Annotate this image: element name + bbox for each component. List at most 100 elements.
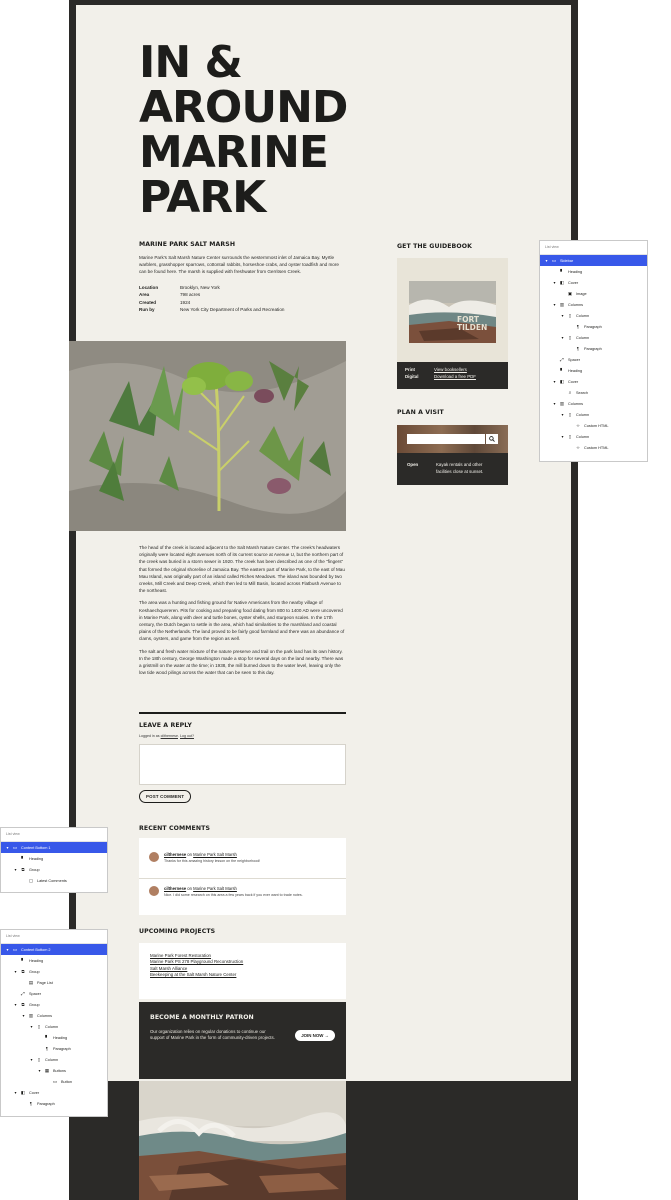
list-view-row-label: Page List bbox=[37, 980, 53, 985]
chevron-down-icon[interactable]: ▾ bbox=[13, 1002, 18, 1007]
list-view-row-label: Group bbox=[29, 867, 40, 872]
plants-photo bbox=[69, 341, 346, 531]
list-view-row[interactable]: ▾ ▯ Column bbox=[540, 409, 647, 420]
comment-post-link[interactable]: Marine Park Salt Marsh bbox=[193, 852, 237, 857]
list-view-row[interactable]: ▭ Button bbox=[1, 1076, 107, 1087]
list-view-row[interactable]: ▘ Heading bbox=[1, 1032, 107, 1043]
list-view-row[interactable]: ▢ Latest Comments bbox=[1, 875, 107, 886]
open-text: Kayak rentals and other facilities close… bbox=[436, 462, 484, 474]
list-view-row[interactable]: ▾ ▯ Column bbox=[540, 431, 647, 442]
list-view-row-label: Paragraph bbox=[53, 1046, 71, 1051]
comment-post-link[interactable]: Marine Park Salt Marsh bbox=[193, 886, 237, 891]
list-view-row[interactable]: ▘ Heading bbox=[540, 365, 647, 376]
list-view-row[interactable]: ⌕ Search bbox=[540, 387, 647, 398]
project-link[interactable]: Beekeeping at the Salt Marsh Nature Cent… bbox=[150, 972, 335, 978]
list-view-row[interactable]: ▘ Heading bbox=[1, 853, 107, 864]
logout-link[interactable]: Log out? bbox=[180, 734, 194, 738]
list-view-row[interactable]: ¶ Paragraph bbox=[1, 1043, 107, 1054]
seascape-painting bbox=[139, 1081, 346, 1200]
chevron-down-icon[interactable]: ▾ bbox=[29, 1057, 34, 1062]
list-view-row[interactable]: ▣ Image bbox=[540, 288, 647, 299]
list-view-row[interactable]: ▾ ▦ Buttons bbox=[1, 1065, 107, 1076]
article-paragraph: The area was a hunting and fishing groun… bbox=[139, 600, 345, 642]
comment-author-link[interactable]: cilthernese bbox=[164, 852, 186, 857]
list-view-row[interactable]: ▾ ◧ Cover bbox=[540, 376, 647, 387]
list-view-row[interactable]: ▾ ▭ Sidebar bbox=[540, 255, 647, 266]
list-view-row[interactable]: ¶ Paragraph bbox=[540, 343, 647, 354]
list-view-row-label: Heading bbox=[29, 856, 44, 861]
cover-icon: ◧ bbox=[559, 378, 565, 384]
post-comment-button[interactable]: POST COMMENT bbox=[139, 790, 192, 803]
list-view-row[interactable]: ▾ ▭ Content Bottom 2 bbox=[1, 944, 107, 955]
chevron-down-icon[interactable]: ▾ bbox=[552, 379, 557, 384]
chevron-down-icon[interactable]: ▾ bbox=[560, 335, 565, 340]
list-view-row-label: Paragraph bbox=[584, 324, 602, 329]
list-view-row[interactable]: ⤢ Spacer bbox=[540, 354, 647, 365]
list-view-title: List view bbox=[1, 930, 107, 944]
chevron-down-icon[interactable]: ▾ bbox=[552, 280, 557, 285]
chevron-down-icon[interactable]: ▾ bbox=[37, 1068, 42, 1073]
list-view-row[interactable]: ¶ Paragraph bbox=[540, 321, 647, 332]
chevron-down-icon[interactable]: ▾ bbox=[560, 412, 565, 417]
join-now-button[interactable]: JOIN NOW → bbox=[295, 1030, 335, 1041]
list-view-row-label: Search bbox=[576, 390, 589, 395]
list-view-row[interactable]: ▾ ⧉ Group bbox=[1, 864, 107, 875]
list-view-row[interactable]: ‹› Custom HTML bbox=[540, 442, 647, 453]
logged-in-user-link[interactable]: cilthernese bbox=[161, 734, 178, 738]
list-view-row[interactable]: ▾ ▥ Columns bbox=[540, 299, 647, 310]
list-view-row-label: Columns bbox=[568, 302, 583, 307]
list-view-row[interactable]: ▾ ▥ Columns bbox=[540, 398, 647, 409]
download-pdf-link[interactable]: Download a free PDF bbox=[434, 374, 476, 379]
fact-row: Area 798 acres bbox=[139, 291, 347, 299]
chevron-down-icon[interactable]: ▾ bbox=[29, 1024, 34, 1029]
heading-icon: ▘ bbox=[560, 367, 564, 373]
list-view-row[interactable]: ▘ Heading bbox=[540, 266, 647, 277]
search-button[interactable] bbox=[486, 434, 498, 444]
fact-value: New York City Department of Parks and Re… bbox=[180, 307, 285, 313]
list-view-row[interactable]: ▾ ◧ Cover bbox=[1, 1087, 107, 1098]
heading-icon: ▘ bbox=[560, 268, 564, 274]
list-view-title: List view bbox=[1, 828, 107, 842]
section-divider bbox=[139, 712, 346, 714]
column-icon: ▯ bbox=[568, 312, 572, 318]
chevron-down-icon[interactable]: ▾ bbox=[21, 1013, 26, 1018]
list-view-row[interactable]: ‹› Custom HTML bbox=[540, 420, 647, 431]
list-view-row-label: Column bbox=[576, 335, 590, 340]
chevron-down-icon[interactable]: ▾ bbox=[560, 434, 565, 439]
list-view-row[interactable]: ▾ ⧉ Group bbox=[1, 966, 107, 977]
intro-paragraph: Marine Park's Salt Marsh Nature Center s… bbox=[139, 255, 339, 275]
fact-key: Created bbox=[139, 299, 157, 305]
list-view-row[interactable]: ▾ ▭ Content Bottom 1 bbox=[1, 842, 107, 853]
list-view-row[interactable]: ▾ ▯ Column bbox=[540, 332, 647, 343]
comment-text: Nice. I did some research on this area a… bbox=[164, 893, 303, 897]
html-icon: ‹› bbox=[576, 423, 580, 428]
search-input[interactable] bbox=[407, 434, 485, 444]
chevron-down-icon[interactable]: ▾ bbox=[13, 969, 18, 974]
chevron-down-icon[interactable]: ▾ bbox=[5, 845, 10, 850]
image-icon: ▣ bbox=[567, 290, 573, 296]
chevron-down-icon[interactable]: ▾ bbox=[13, 1090, 18, 1095]
title-line: AROUND bbox=[139, 82, 348, 133]
chevron-down-icon[interactable]: ▾ bbox=[560, 313, 565, 318]
chevron-down-icon[interactable]: ▾ bbox=[544, 258, 549, 263]
chevron-down-icon[interactable]: ▾ bbox=[552, 302, 557, 307]
chevron-down-icon[interactable]: ▾ bbox=[5, 947, 10, 952]
list-view-row[interactable]: ▾ ▯ Column bbox=[540, 310, 647, 321]
list-view-row-label: Group bbox=[29, 969, 40, 974]
chevron-down-icon[interactable]: ▾ bbox=[552, 401, 557, 406]
list-view-row[interactable]: ⤢ Spacer bbox=[1, 988, 107, 999]
chevron-down-icon[interactable]: ▾ bbox=[13, 867, 18, 872]
list-view-row[interactable]: ▘ Heading bbox=[1, 955, 107, 966]
search-icon: ⌕ bbox=[568, 390, 572, 395]
list-view-row[interactable]: ▾ ▯ Column bbox=[1, 1021, 107, 1032]
list-view-row[interactable]: ▾ ◧ Cover bbox=[540, 277, 647, 288]
list-view-row[interactable]: ▾ ▯ Column bbox=[1, 1054, 107, 1065]
list-view-row[interactable]: ▾ ⧉ Group bbox=[1, 999, 107, 1010]
list-view-row[interactable]: ▾ ▥ Columns bbox=[1, 1010, 107, 1021]
view-booksellers-link[interactable]: View booksellers bbox=[434, 367, 467, 372]
list-view-row[interactable]: ▤ Page List bbox=[1, 977, 107, 988]
list-view-row[interactable]: ¶ Paragraph bbox=[1, 1098, 107, 1109]
comment-author-link[interactable]: cilthernese bbox=[164, 886, 186, 891]
comment-textarea[interactable] bbox=[139, 744, 346, 785]
comment-divider bbox=[139, 878, 346, 879]
